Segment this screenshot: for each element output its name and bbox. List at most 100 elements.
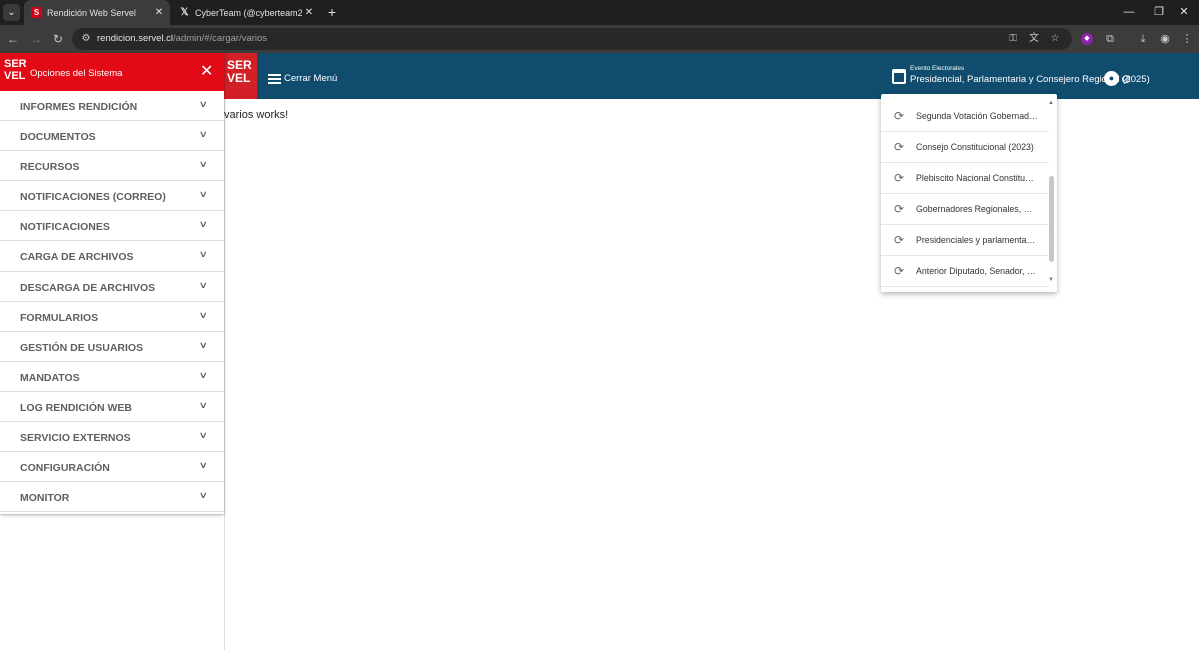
chevron-down-icon: ∨ <box>198 309 208 320</box>
scroll-down-arrow-icon[interactable]: ▼ <box>1048 277 1054 283</box>
tab-title: CyberTeam (@cyberteam2009) <box>195 7 302 18</box>
event-dropdown: ⟳Segunda Votación Gobernadores Regionale… <box>881 94 1057 292</box>
sidebar-item-label: MANDATOS <box>20 371 80 384</box>
sidebar-item-label: NOTIFICACIONES <box>20 221 110 234</box>
close-menu-button[interactable]: Cerrar Menú <box>268 73 337 84</box>
sidebar-menu: INFORMES RENDICIÓN ∨ DOCUMENTOS ∨ RECURSOS… <box>0 91 224 513</box>
chevron-down-icon: ∨ <box>198 189 208 200</box>
tab-cyberteam[interactable]: 𝕏 CyberTeam (@cyberteam2009) ✕ <box>172 0 320 25</box>
browser-toolbar: ← → ↻ ⚙ rendicion.servel.cl/admin/#/carg… <box>0 25 1199 53</box>
chevron-down-icon: ∨ <box>198 129 208 140</box>
password-key-icon[interactable]: ⚿ <box>1007 33 1019 45</box>
bookmark-star-icon[interactable]: ☆ <box>1049 33 1061 45</box>
event-option[interactable]: ⟳Segunda Votación Gobernadores Regionale… <box>881 101 1049 132</box>
minimize-icon[interactable]: — <box>1114 0 1144 25</box>
sidebar-item-informes-rendicion[interactable]: INFORMES RENDICIÓN ∨ <box>0 91 224 122</box>
sidebar-item-log-rendicion-web[interactable]: LOG RENDICIÓN WEB ∨ <box>0 392 224 423</box>
site-info-icon[interactable]: ⚙ <box>80 33 92 45</box>
event-option[interactable]: ⟳ Presidenciales y parlamentarias <box>881 225 1049 256</box>
sync-icon: ⟳ <box>893 233 905 247</box>
reload-icon[interactable]: ↻ <box>50 31 66 47</box>
tab-search-button[interactable]: ⌄ <box>3 4 20 21</box>
sidebar-item-label: SERVICIO EXTERNOS <box>20 432 131 445</box>
translate-icon[interactable]: 文 <box>1028 33 1040 45</box>
sidebar-item-mandatos[interactable]: MANDATOS ∨ <box>0 362 224 392</box>
sidebar-item-label: FORMULARIOS <box>20 311 99 324</box>
sync-icon: ⟳ <box>893 140 905 154</box>
filter-off-icon[interactable]: ⊘ <box>1121 72 1131 86</box>
event-option[interactable]: ⟳ Consejo Constitucional (2023) <box>881 132 1049 163</box>
sidebar-item-documentos[interactable]: DOCUMENTOS ∨ <box>0 121 224 152</box>
url-text[interactable]: rendicion.servel.cl/admin/#/cargar/vario… <box>97 33 267 44</box>
sidebar-item-label: CARGA DE ARCHIVOS <box>20 251 134 264</box>
sidebar-item-servicio-externos[interactable]: SERVICIO EXTERNOS ∨ <box>0 422 224 453</box>
sidebar-item-formularios[interactable]: FORMULARIOS ∨ <box>0 302 224 332</box>
sync-icon: ⟳ <box>893 202 905 216</box>
tab-title: Rendición Web Servel <box>47 7 136 18</box>
close-icon[interactable]: ✕ <box>200 64 213 80</box>
content-divider <box>224 99 225 650</box>
chevron-down-icon: ∨ <box>198 369 208 380</box>
sidebar-header: SER VEL Opciones del Sistema ✕ <box>0 53 224 91</box>
browser-tab-bar: ⌄ S Rendición Web Servel ✕ 𝕏 CyberTeam (… <box>0 0 1199 25</box>
back-icon[interactable]: ← <box>5 31 21 47</box>
download-icon[interactable]: ⤓ <box>1135 31 1151 47</box>
user-account-icon[interactable]: ● <box>1104 71 1119 86</box>
extensions-puzzle-icon[interactable]: ⧉ <box>1102 31 1118 47</box>
sidebar-item-carga-de-archivos[interactable]: CARGA DE ARCHIVOS ∨ <box>0 241 224 272</box>
chevron-down-icon: ∨ <box>198 430 208 441</box>
event-option[interactable]: ⟳ Plebiscito Nacional Constitucional <box>881 163 1049 194</box>
sidebar-item-label: NOTIFICACIONES (CORREO) <box>20 191 166 204</box>
tab-rendicion[interactable]: S Rendición Web Servel ✕ <box>24 0 170 25</box>
sidebar-title: Opciones del Sistema <box>30 68 123 79</box>
close-icon[interactable]: ✕ <box>302 7 316 18</box>
sidebar-item-label: DOCUMENTOS <box>20 131 96 144</box>
chevron-down-icon: ∨ <box>198 219 208 230</box>
sync-icon: ⟳ <box>893 264 905 278</box>
chevron-down-icon: ∨ <box>198 339 208 350</box>
sidebar-item-label: MONITOR <box>20 492 70 505</box>
event-option[interactable]: ⟳Anterior Diputado, Senador, Consejero <box>881 256 1049 287</box>
sidebar-item-label: CONFIGURACIÓN <box>20 462 110 475</box>
close-menu-label: Cerrar Menú <box>284 73 338 84</box>
sidebar-item-gestion-de-usuarios[interactable]: GESTIÓN DE USUARIOS ∨ <box>0 332 224 362</box>
address-bar[interactable]: ⚙ rendicion.servel.cl/admin/#/cargar/var… <box>72 28 1072 50</box>
sync-icon: ⟳ <box>893 109 905 123</box>
event-option[interactable]: ⟳Gobernadores Regionales, Convencionales <box>881 194 1049 225</box>
chevron-down-icon: ∨ <box>198 460 208 471</box>
chevron-down-icon: ∨ <box>198 399 208 410</box>
profile-icon[interactable]: ◉ <box>1157 31 1173 47</box>
sidebar-item-label: GESTIÓN DE USUARIOS <box>20 341 144 354</box>
x-logo-icon: 𝕏 <box>180 7 189 18</box>
sidebar-item-label: LOG RENDICIÓN WEB <box>20 401 132 414</box>
new-tab-button[interactable]: + <box>324 4 340 20</box>
sidebar-item-recursos[interactable]: RECURSOS ∨ <box>0 151 224 182</box>
sidebar-item-monitor[interactable]: MONITOR ∨ <box>0 482 224 513</box>
chevron-down-icon: ∨ <box>198 279 208 290</box>
close-icon[interactable]: ✕ <box>152 7 166 18</box>
servel-logo: SER VEL <box>224 53 257 99</box>
chevron-down-icon: ∨ <box>198 99 208 109</box>
window-close-icon[interactable]: ✕ <box>1169 0 1199 25</box>
page-content-text: varios works! <box>224 109 289 121</box>
chevron-down-icon: ∨ <box>198 490 208 501</box>
forward-icon[interactable]: → <box>28 31 44 47</box>
browser-menu-icon[interactable]: ⋮ <box>1179 31 1195 47</box>
sidebar-item-descarga-de-archivos[interactable]: DESCARGA DE ARCHIVOS ∨ <box>0 272 224 302</box>
sync-icon: ⟳ <box>893 171 905 185</box>
scroll-up-arrow-icon[interactable]: ▲ <box>1048 100 1054 106</box>
sidebar: SER VEL Opciones del Sistema ✕ INFORMES R… <box>0 53 224 514</box>
chevron-down-icon: ∨ <box>198 159 208 170</box>
sidebar-item-notificaciones[interactable]: NOTIFICACIONES ∨ <box>0 211 224 242</box>
sidebar-logo: SER VEL <box>4 58 27 82</box>
dropdown-scrollbar[interactable] <box>1049 176 1054 262</box>
chevron-down-icon: ∨ <box>198 249 208 260</box>
sidebar-item-label: RECURSOS <box>20 161 80 174</box>
calendar-icon <box>892 68 906 84</box>
sidebar-item-label: DESCARGA DE ARCHIVOS <box>20 281 156 294</box>
sidebar-item-label: INFORMES RENDICIÓN <box>20 101 138 113</box>
extension-shield-icon[interactable]: ◆ <box>1081 33 1093 45</box>
servel-logo-icon: S <box>31 7 42 18</box>
sidebar-item-configuracion[interactable]: CONFIGURACIÓN ∨ <box>0 452 224 483</box>
sidebar-item-notificaciones-correo[interactable]: NOTIFICACIONES (CORREO) ∨ <box>0 181 224 212</box>
